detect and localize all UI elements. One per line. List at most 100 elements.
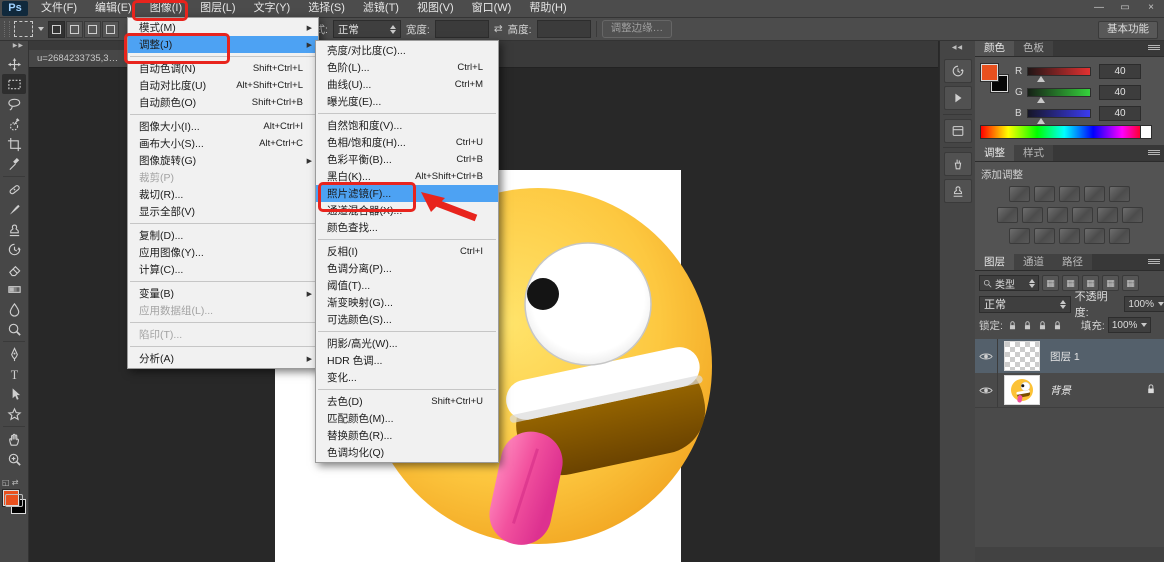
eraser-tool[interactable] xyxy=(2,259,26,279)
b-slider-track[interactable] xyxy=(1027,108,1091,124)
menu-item-8[interactable]: 画布大小(S)... Alt+Ctrl+C xyxy=(128,135,318,152)
menu-item-12[interactable]: 显示全部(V) xyxy=(128,203,318,220)
tab-channels[interactable]: 通道 xyxy=(1014,254,1053,270)
fill-value[interactable]: 100% xyxy=(1107,317,1152,333)
menu-item-25[interactable]: 替换颜色(R)... xyxy=(316,427,498,444)
channel-value[interactable]: 40 xyxy=(1099,105,1141,121)
intersect-selection-button[interactable] xyxy=(102,20,119,38)
width-input[interactable] xyxy=(434,20,489,38)
menu-item-5[interactable]: 自动颜色(O) Shift+Ctrl+B xyxy=(128,94,318,111)
menu-item-adjustments[interactable]: 调整(J) ▶ xyxy=(128,36,318,53)
add-to-selection-button[interactable] xyxy=(66,20,83,38)
menubar-item-4[interactable]: 文字(Y) xyxy=(245,0,300,17)
menubar-item-5[interactable]: 选择(S) xyxy=(299,0,354,17)
menu-item-7[interactable]: 色彩平衡(B)... Ctrl+B xyxy=(316,151,498,168)
layer-name[interactable]: 图层 1 xyxy=(1050,349,1080,364)
swap-dimensions-icon[interactable]: ⇄ xyxy=(494,23,503,35)
history-panel-icon[interactable] xyxy=(943,59,972,83)
eyedropper-tool[interactable] xyxy=(2,154,26,174)
current-tool-preset[interactable] xyxy=(12,18,44,40)
pen-tool[interactable] xyxy=(2,344,26,364)
invert-adjustment-icon[interactable] xyxy=(1009,228,1030,244)
menubar-item-7[interactable]: 视图(V) xyxy=(408,0,463,17)
channel-value[interactable]: 40 xyxy=(1099,63,1141,79)
layer-thumbnail[interactable] xyxy=(1004,375,1040,405)
tab-layers[interactable]: 图层 xyxy=(975,254,1014,270)
menu-item-1[interactable]: 色阶(L)... Ctrl+L xyxy=(316,59,498,76)
gradient-map-adjustment-icon[interactable] xyxy=(1084,228,1105,244)
menubar-item-3[interactable]: 图层(L) xyxy=(191,0,244,17)
menu-item-7[interactable]: 图像大小(I)... Alt+Ctrl+I xyxy=(128,118,318,135)
menu-item-15[interactable]: 应用图像(Y)... xyxy=(128,244,318,261)
move-tool[interactable] xyxy=(2,54,26,74)
crop-tool[interactable] xyxy=(2,134,26,154)
spot-healing-brush-tool[interactable] xyxy=(2,179,26,199)
levels-adjustment-icon[interactable] xyxy=(1034,186,1055,202)
menubar-item-0[interactable]: 文件(F) xyxy=(32,0,86,17)
expand-panels-icon[interactable]: ◀◀ xyxy=(940,40,975,56)
menu-item-11[interactable]: 裁切(R)... xyxy=(128,186,318,203)
brush-tool[interactable] xyxy=(2,199,26,219)
screen-mode-icon[interactable] xyxy=(5,494,23,507)
minimize-button[interactable]: — xyxy=(1092,0,1106,15)
panel-menu-icon[interactable] xyxy=(1148,258,1160,266)
lasso-tool[interactable] xyxy=(2,94,26,114)
swap-colors-icon[interactable]: ◱ ⇄ xyxy=(2,478,26,488)
menu-item-16[interactable]: 计算(C)... xyxy=(128,261,318,278)
menubar-item-9[interactable]: 帮助(H) xyxy=(520,0,575,17)
height-input[interactable] xyxy=(536,20,591,38)
black-white-adjustment-icon[interactable] xyxy=(1046,207,1068,223)
lock-all-icon[interactable] xyxy=(1051,319,1064,332)
brush-presets-panel-icon[interactable] xyxy=(943,152,972,176)
menu-item-19[interactable]: 阴影/高光(W)... xyxy=(316,335,498,352)
menu-item-0[interactable]: 亮度/对比度(C)... xyxy=(316,42,498,59)
mini-bridge-panel-icon[interactable] xyxy=(943,119,972,143)
menu-item-5[interactable]: 自然饱和度(V)... xyxy=(316,117,498,134)
menu-item-15[interactable]: 阈值(T)... xyxy=(316,277,498,294)
menu-item-16[interactable]: 渐变映射(G)... xyxy=(316,294,498,311)
pixel-filter-icon[interactable]: ▦ xyxy=(1042,275,1059,291)
menu-item-21[interactable]: 变化... xyxy=(316,369,498,386)
channel-value[interactable]: 40 xyxy=(1099,84,1141,100)
custom-shape-tool[interactable] xyxy=(2,404,26,424)
channel-mixer-adjustment-icon[interactable] xyxy=(1096,207,1118,223)
exposure-adjustment-icon[interactable] xyxy=(1084,186,1105,202)
tab-styles[interactable]: 样式 xyxy=(1014,145,1053,161)
layer-thumbnail[interactable] xyxy=(1004,341,1040,371)
hand-tool[interactable] xyxy=(2,429,26,449)
layer-row[interactable]: 背景 xyxy=(975,373,1164,408)
clone-source-panel-icon[interactable] xyxy=(943,179,972,203)
g-slider-track[interactable] xyxy=(1027,87,1091,103)
quick-selection-tool[interactable] xyxy=(2,114,26,134)
refine-edge-button[interactable]: 调整边缘… xyxy=(601,20,673,38)
clone-stamp-tool[interactable] xyxy=(2,219,26,239)
color-lookup-adjustment-icon[interactable] xyxy=(1121,207,1143,223)
actions-panel-icon[interactable] xyxy=(943,86,972,110)
lock-position-icon[interactable] xyxy=(1036,319,1049,332)
tab-swatches[interactable]: 色板 xyxy=(1014,40,1053,56)
menubar-item-1[interactable]: 编辑(E) xyxy=(86,0,141,17)
menubar-item-8[interactable]: 窗口(W) xyxy=(463,0,521,17)
posterize-adjustment-icon[interactable] xyxy=(1034,228,1055,244)
collapse-tools-icon[interactable]: ▶▶ xyxy=(0,40,28,54)
layer-row[interactable]: 图层 1 xyxy=(975,339,1164,374)
close-button[interactable]: × xyxy=(1144,0,1158,15)
type-tool[interactable]: T xyxy=(2,364,26,384)
style-select[interactable]: 正常 xyxy=(332,20,401,38)
menu-item-3[interactable]: 曝光度(E)... xyxy=(316,93,498,110)
brightness-contrast-adjustment-icon[interactable] xyxy=(1009,186,1030,202)
blur-tool[interactable] xyxy=(2,299,26,319)
curves-adjustment-icon[interactable] xyxy=(1059,186,1080,202)
menu-item-4[interactable]: 自动对比度(U) Alt+Shift+Ctrl+L xyxy=(128,77,318,94)
path-selection-tool[interactable] xyxy=(2,384,26,404)
menu-item-8[interactable]: 黑白(K)... Alt+Shift+Ctrl+B xyxy=(316,168,498,185)
slider-thumb[interactable] xyxy=(1037,96,1045,103)
layer-name[interactable]: 背景 xyxy=(1050,383,1071,398)
menu-item-0[interactable]: 模式(M) ▶ xyxy=(128,19,318,36)
menu-item-18[interactable]: 变量(B) ▶ xyxy=(128,285,318,302)
menu-item-23[interactable]: 分析(A) ▶ xyxy=(128,350,318,367)
menu-item-3[interactable]: 自动色调(N) Shift+Ctrl+L xyxy=(128,60,318,77)
menubar-item-image[interactable]: 图像(I) xyxy=(141,0,191,17)
workspace-switcher[interactable]: 基本功能 xyxy=(1098,21,1158,39)
menu-item-23[interactable]: 去色(D) Shift+Ctrl+U xyxy=(316,393,498,410)
